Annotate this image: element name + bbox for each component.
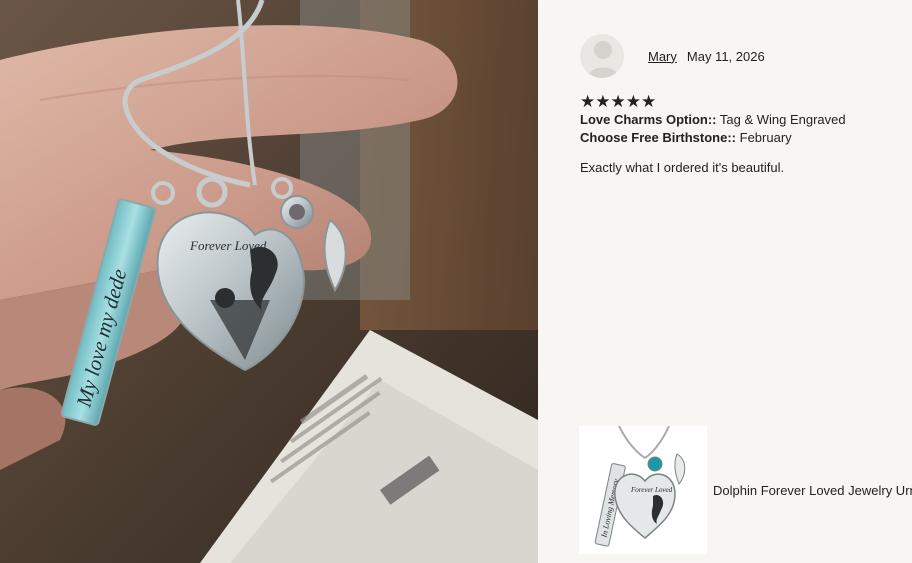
product-name-link[interactable]: Dolphin Forever Loved Jewelry Urn -: [713, 483, 912, 498]
product-thumbnail[interactable]: In Loving Memory Forever Loved: [579, 426, 707, 554]
product-image: In Loving Memory Forever Loved: [579, 426, 707, 554]
review-header: Mary May 11, 2026: [580, 34, 765, 78]
user-silhouette-icon: [588, 41, 618, 78]
option-value: February: [736, 130, 792, 145]
option-label: Love Charms Option::: [580, 112, 717, 127]
necklace-photo-illustration: My love my dede Forever Loved: [0, 0, 538, 563]
heart-engraving: Forever Loved: [189, 238, 267, 253]
review-date: May 11, 2026: [686, 48, 765, 64]
reviewer-name-link[interactable]: Mary: [648, 49, 677, 64]
option-label: Choose Free Birthstone::: [580, 130, 737, 145]
thumb-heart-engraving: Forever Loved: [630, 486, 673, 494]
review-details-panel: Mary May 11, 2026 ★★★★★ Love Charms Opti…: [538, 0, 912, 563]
star-rating: ★★★★★: [580, 92, 656, 112]
reviewed-product[interactable]: In Loving Memory Forever Loved Dolphin F…: [579, 426, 912, 554]
review-photo[interactable]: My love my dede Forever Loved: [0, 0, 538, 563]
star-icon-row: ★★★★★: [580, 92, 657, 111]
review-body: Exactly what I ordered it's beautiful.: [580, 160, 785, 175]
reviewer-avatar: [580, 34, 624, 78]
review-option-birthstone: Choose Free Birthstone:: February: [580, 130, 792, 145]
review-option-charms: Love Charms Option:: Tag & Wing Engraved: [580, 112, 846, 127]
option-value: Tag & Wing Engraved: [716, 112, 846, 127]
review-modal: My love my dede Forever Loved Mary May 1…: [0, 0, 912, 563]
